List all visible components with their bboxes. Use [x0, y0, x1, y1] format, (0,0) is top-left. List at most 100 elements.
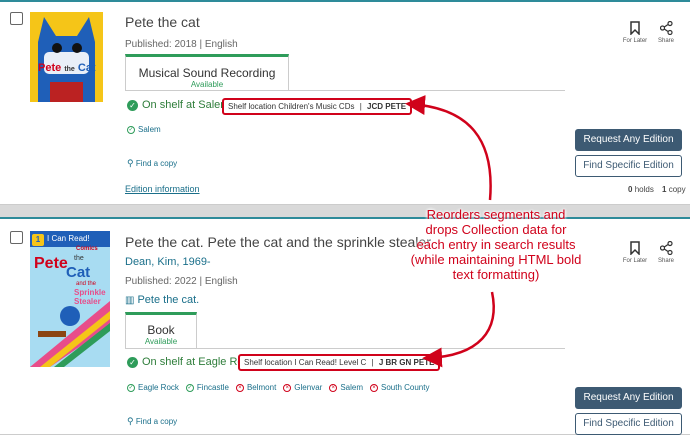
result-title[interactable]: Pete the cat. Pete the cat and the sprin… — [125, 234, 431, 250]
format-tab-musical-sound-recording[interactable]: Musical Sound Recording Available — [125, 54, 289, 90]
holds-label: holds — [634, 185, 654, 194]
find-specific-edition-button[interactable]: Find Specific Edition — [575, 413, 682, 435]
books-icon: ▥ — [125, 294, 135, 306]
call-number: JCD PETE — [367, 102, 407, 111]
branch-name: South County — [381, 383, 430, 392]
branch-salem[interactable]: ✓ Salem — [127, 125, 161, 134]
branch-eagle-rock[interactable]: ✓ Eagle Rock — [127, 383, 179, 392]
cover-image[interactable]: 1 I Can Read! Comics Pete the Cat and th… — [30, 231, 110, 367]
branch-salem[interactable]: × Salem — [329, 383, 363, 392]
share-label: Share — [657, 38, 674, 44]
annotation-line-5: text formatting) — [452, 267, 540, 282]
branch-glenvar[interactable]: × Glenvar — [283, 383, 322, 392]
availability-text: On shelf at Salem — [142, 99, 230, 111]
check-circle-icon: ✓ — [127, 99, 138, 111]
map-pin-icon: ⚲ — [127, 416, 134, 426]
shelf-location-separator: | — [359, 102, 362, 111]
annotation-callout: Reorders segments and drops Collection d… — [393, 207, 599, 282]
shelf-location-prefix: Shelf location I Can Read! Level C — [244, 358, 367, 367]
available-check-icon: ✓ — [127, 125, 135, 134]
author-link[interactable]: Dean, Kim, 1969- — [125, 256, 211, 268]
cover-word-the: the — [64, 66, 75, 73]
branch-name: Eagle Rock — [138, 383, 179, 392]
format-tab-status: Available — [190, 80, 224, 89]
format-tab-label: Book — [147, 323, 175, 337]
for-later-label: For Later — [622, 258, 648, 264]
series-label: Pete the cat. — [137, 294, 200, 306]
cover-word-cat: Cat — [77, 62, 96, 74]
cover-stealer: Stealer — [74, 297, 101, 306]
find-a-copy-label: Find a copy — [135, 159, 178, 168]
branch-south-county[interactable]: × South County — [370, 383, 429, 392]
branch-fincastle[interactable]: ✓ Fincastle — [185, 383, 229, 392]
call-number: J BR GN PETE — [378, 358, 435, 367]
copy-count: 1 — [662, 185, 667, 194]
format-tab-book[interactable]: Book Available — [125, 312, 197, 348]
bookmark-icon — [630, 241, 640, 255]
find-a-copy-link[interactable]: ⚲ Find a copy — [127, 158, 177, 169]
cover-illustration — [30, 12, 103, 102]
unavailable-x-icon: × — [283, 383, 292, 392]
map-pin-icon: ⚲ — [127, 158, 134, 168]
share-icon — [659, 21, 673, 35]
branch-name: Salem — [340, 383, 363, 392]
cover-word-pete: Pete — [34, 255, 68, 272]
annotation-line-3: each entry in search results — [416, 237, 576, 252]
search-result-card-1: Pete the Cat Pete the cat Published: 201… — [0, 0, 690, 205]
find-a-copy-label: Find a copy — [135, 417, 178, 426]
available-check-icon: ✓ — [127, 383, 135, 392]
branch-name: Glenvar — [294, 383, 323, 392]
request-any-edition-button[interactable]: Request Any Edition — [575, 387, 682, 409]
cover-word-the: the — [74, 255, 84, 262]
select-checkbox[interactable] — [10, 231, 23, 244]
check-circle-icon: ✓ — [127, 356, 138, 368]
cover-sprinkle: Sprinkle — [74, 288, 106, 297]
cover-word-cat: Cat — [66, 264, 91, 281]
cover-brand: I Can Read! — [47, 234, 90, 243]
share-button[interactable]: Share — [655, 21, 677, 44]
cover-image[interactable]: Pete the Cat — [30, 12, 103, 102]
branch-belmont[interactable]: × Belmont — [235, 383, 277, 392]
level-badge: 1 — [32, 234, 44, 246]
for-later-button[interactable]: For Later — [620, 241, 650, 264]
holds-count: 0 — [628, 185, 633, 194]
unavailable-x-icon: × — [329, 383, 338, 392]
select-checkbox[interactable] — [10, 12, 23, 25]
branch-list: ✓ Salem — [127, 125, 161, 134]
available-check-icon: ✓ — [185, 383, 194, 392]
find-specific-edition-button[interactable]: Find Specific Edition — [575, 155, 682, 177]
find-a-copy-link[interactable]: ⚲ Find a copy — [127, 416, 177, 427]
tab-divider — [125, 348, 565, 349]
result-title[interactable]: Pete the cat — [125, 14, 200, 30]
branch-name: Belmont — [246, 383, 277, 392]
copy-label: copy — [668, 185, 686, 194]
shelf-location-prefix: Shelf location Children's Music CDs — [228, 102, 355, 111]
request-any-edition-button[interactable]: Request Any Edition — [575, 129, 682, 151]
cover-comics: Comics — [76, 246, 98, 252]
edition-information-link[interactable]: Edition information — [125, 184, 200, 194]
series-link[interactable]: ▥ Pete the cat. — [125, 294, 199, 306]
branch-name: Fincastle — [196, 383, 229, 392]
branch-name: Salem — [138, 125, 161, 134]
availability-status: ✓ On shelf at Eagle Rock — [127, 356, 255, 368]
annotation-line-2: drops Collection data for — [425, 222, 567, 237]
share-icon — [659, 241, 673, 255]
annotation-line-4: (while maintaining HTML bold — [410, 252, 582, 267]
for-later-label: For Later — [622, 38, 648, 44]
for-later-button[interactable]: For Later — [620, 21, 650, 44]
cover-and-the: and the — [76, 281, 97, 287]
shelf-location-separator: | — [371, 358, 374, 367]
published-info: Published: 2018 | English — [125, 39, 238, 50]
format-tab-status: Available — [144, 337, 178, 346]
shelf-location-box: Shelf location I Can Read! Level C | J B… — [238, 354, 441, 371]
share-label: Share — [657, 258, 674, 264]
holds-summary: 0 holds 1 copy — [628, 185, 686, 194]
cover-word-pete: Pete — [38, 62, 62, 74]
format-tab-label: Musical Sound Recording — [138, 66, 276, 80]
shelf-location-box: Shelf location Children's Music CDs | JC… — [222, 98, 413, 115]
published-info: Published: 2022 | English — [125, 276, 238, 287]
branch-list: ✓ Eagle Rock ✓ Fincastle × Belmont × Gle… — [127, 383, 429, 392]
unavailable-x-icon: × — [235, 383, 244, 392]
share-button[interactable]: Share — [655, 241, 677, 264]
tab-divider — [125, 90, 565, 91]
